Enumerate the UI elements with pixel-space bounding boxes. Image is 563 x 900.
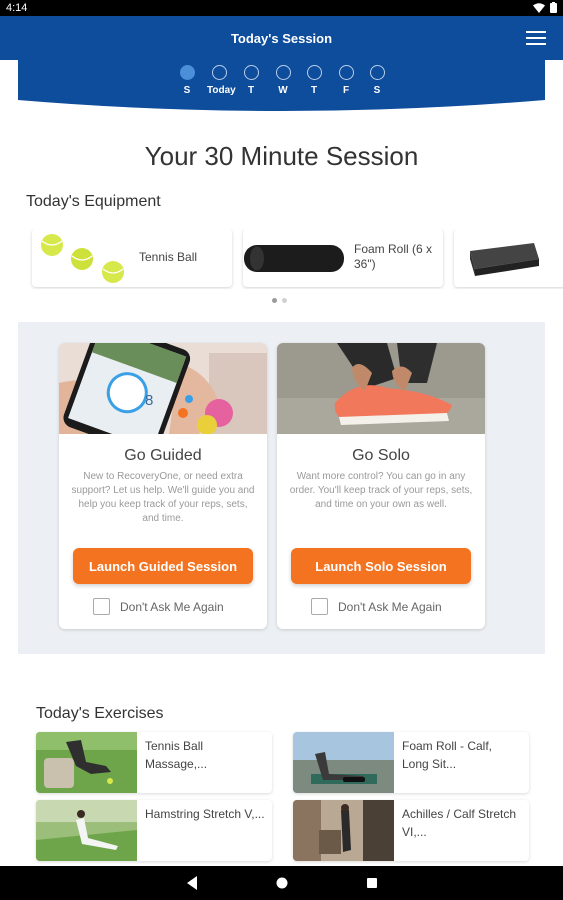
back-icon[interactable]	[185, 875, 199, 891]
system-nav-bar	[0, 866, 563, 900]
exercise-name: Tennis Ball Massage,...	[145, 739, 208, 771]
exercises-title: Today's Exercises	[36, 705, 164, 722]
guided-photo: 8	[59, 343, 267, 434]
day-dot	[338, 65, 354, 80]
day-dot	[275, 65, 291, 80]
session-mode-panel: 8 Go Guided New to RecoveryOne, or need …	[18, 322, 545, 654]
day-dot	[243, 65, 259, 80]
guided-description: New to RecoveryOne, or need extra suppor…	[71, 471, 255, 524]
exercise-card[interactable]: Achilles / Calf Stretch VI,...	[293, 800, 529, 861]
launch-guided-session-button[interactable]: Launch Guided Session	[73, 548, 253, 584]
exercise-thumbnail	[293, 732, 394, 793]
phone-in-hand-image: 8	[59, 343, 267, 434]
recents-icon[interactable]	[365, 875, 379, 891]
day-item[interactable]: S	[365, 65, 389, 96]
solo-title: Go Solo	[352, 447, 410, 464]
exercise-thumbnail	[36, 732, 137, 793]
solo-photo	[277, 343, 485, 434]
day-label: Today	[207, 85, 236, 96]
day-dot	[211, 65, 227, 80]
equipment-card-tennis-ball[interactable]: Tennis Ball	[32, 229, 232, 287]
day-selector: S Today T W T F S	[0, 65, 563, 105]
exercise-name: Hamstring Stretch V,...	[145, 807, 265, 821]
day-label: F	[342, 85, 350, 96]
equipment-name: Tennis Ball	[139, 250, 198, 264]
checkbox-box[interactable]	[311, 598, 328, 615]
day-label: T	[310, 85, 318, 96]
day-item[interactable]: W	[271, 65, 295, 96]
session-headline: Your 30 Minute Session	[144, 141, 419, 171]
shoe-lacing-image	[277, 343, 485, 434]
exercise-name: Achilles / Calf Stretch VI,...	[402, 807, 517, 839]
day-item[interactable]: T	[239, 65, 263, 96]
tennis-ball-image	[41, 234, 124, 283]
page-title: Today's Session	[230, 31, 333, 46]
guided-card: 8 Go Guided New to RecoveryOne, or need …	[59, 343, 267, 629]
dont-ask-solo-checkbox[interactable]: Don't Ask Me Again	[311, 598, 442, 615]
checkbox-label: Don't Ask Me Again	[338, 599, 442, 614]
day-dot	[369, 65, 385, 80]
status-time: 4:14	[6, 2, 28, 14]
equipment-title: Today's Equipment	[26, 193, 161, 210]
day-label: W	[278, 85, 288, 96]
equipment-carousel[interactable]: Tennis Ball Foam Roll (6 x 36")	[0, 229, 563, 289]
solo-description: Want more control? You can go in any ord…	[289, 471, 473, 510]
checkbox-label: Don't Ask Me Again	[120, 599, 224, 614]
equipment-card-step[interactable]	[454, 229, 563, 287]
pager-dot	[282, 298, 287, 303]
hamburger-menu-icon[interactable]	[526, 31, 546, 45]
dont-ask-guided-checkbox[interactable]: Don't Ask Me Again	[93, 598, 224, 615]
equipment-pager	[272, 298, 287, 303]
pager-dot-active	[272, 298, 277, 303]
launch-solo-session-button[interactable]: Launch Solo Session	[291, 548, 471, 584]
exercise-thumbnail	[293, 800, 394, 861]
equipment-card-foam-roll[interactable]: Foam Roll (6 x 36")	[243, 229, 443, 287]
day-label: S	[373, 85, 381, 96]
day-item[interactable]: S	[175, 65, 199, 96]
solo-card: Go Solo Want more control? You can go in…	[277, 343, 485, 629]
equipment-name: Foam Roll (6 x 36")	[354, 242, 433, 271]
exercise-thumbnail	[36, 800, 137, 861]
day-label: T	[247, 85, 255, 96]
status-bar: 4:14	[0, 0, 563, 16]
exercise-card[interactable]: Hamstring Stretch V,...	[36, 800, 272, 861]
day-label: S	[183, 85, 191, 96]
wifi-icon	[533, 2, 545, 13]
day-item[interactable]: F	[334, 65, 358, 96]
checkbox-box[interactable]	[93, 598, 110, 615]
day-dot	[306, 65, 322, 80]
exercise-card[interactable]: Tennis Ball Massage,...	[36, 732, 272, 793]
status-icons	[533, 2, 557, 13]
app-bar: Today's Session	[0, 16, 563, 60]
foam-roll-image	[244, 245, 344, 272]
day-item[interactable]: T	[302, 65, 326, 96]
battery-icon	[550, 2, 557, 13]
phone-counter: 8	[145, 392, 153, 409]
step-platform-image	[470, 243, 539, 276]
day-item-today[interactable]: Today	[207, 65, 236, 96]
exercise-name: Foam Roll - Calf, Long Sit...	[402, 739, 493, 771]
guided-title: Go Guided	[124, 447, 202, 464]
exercise-card[interactable]: Foam Roll - Calf, Long Sit...	[293, 732, 529, 793]
home-icon[interactable]	[275, 875, 289, 891]
day-dot	[179, 65, 195, 80]
